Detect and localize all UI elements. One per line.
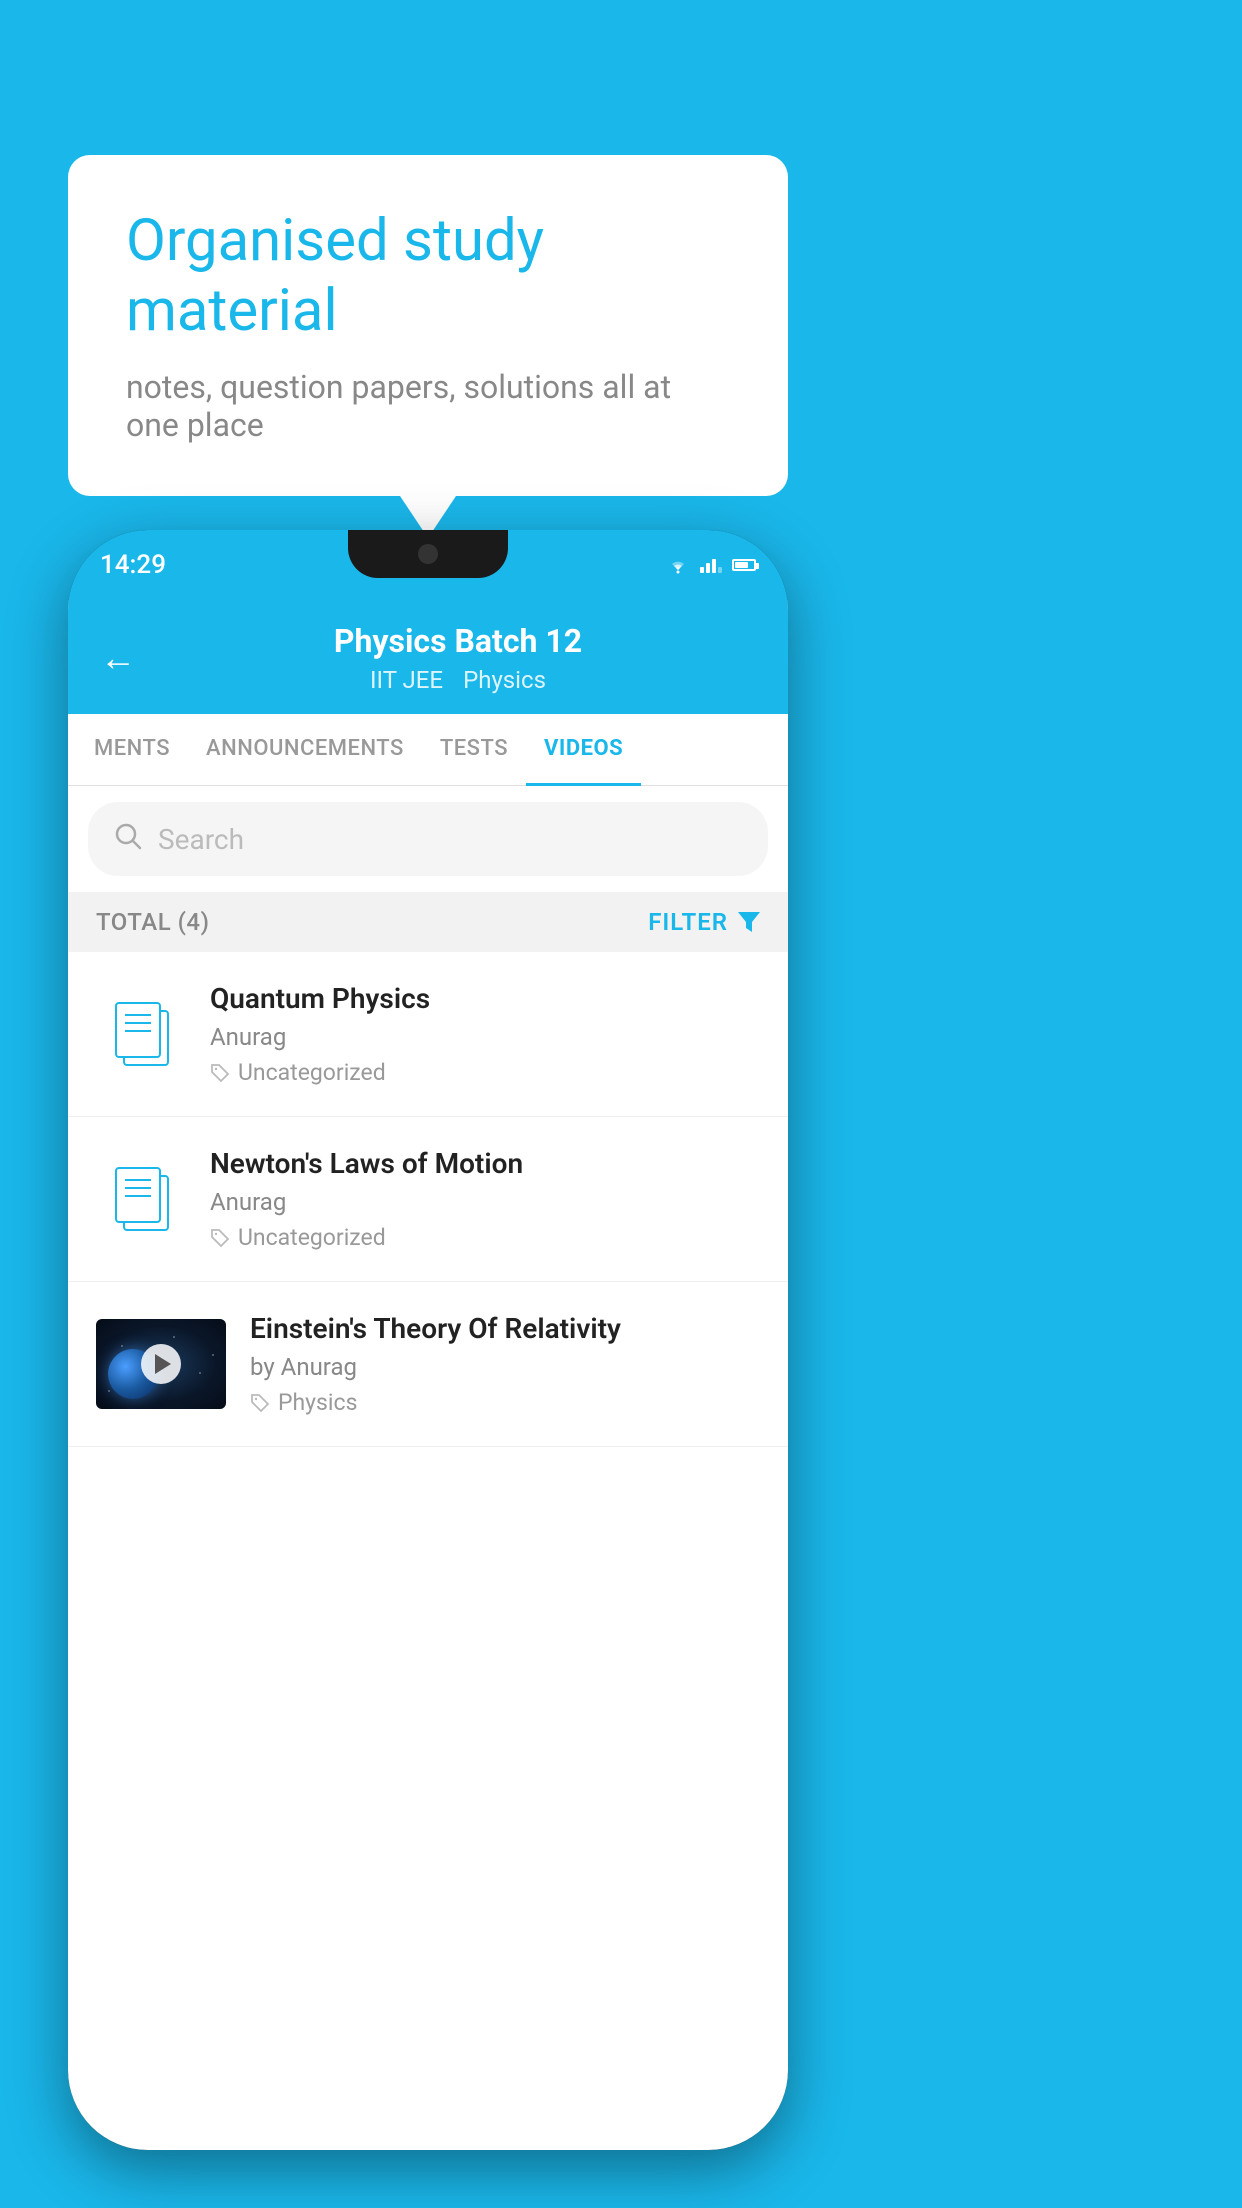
video-list: Quantum Physics Anurag Uncategorized <box>68 952 788 1447</box>
phone-frame: 14:29 <box>68 530 788 2150</box>
page2 <box>115 1167 161 1223</box>
breadcrumbs: IIT JEE Physics <box>160 666 756 694</box>
phone-notch <box>348 530 508 578</box>
header-title-block: Physics Batch 12 IIT JEE Physics <box>160 622 756 694</box>
play-button[interactable] <box>141 1344 181 1384</box>
tag-label: Physics <box>278 1389 357 1416</box>
list-item[interactable]: Quantum Physics Anurag Uncategorized <box>68 952 788 1117</box>
video-tags: Uncategorized <box>210 1224 760 1251</box>
speech-bubble: Organised study material notes, question… <box>68 155 788 496</box>
header-title: Physics Batch 12 <box>160 622 756 660</box>
tag-label: Uncategorized <box>238 1059 386 1086</box>
video-title: Newton's Laws of Motion <box>210 1147 760 1180</box>
bubble-subtitle: notes, question papers, solutions all at… <box>126 368 730 444</box>
wifi-icon <box>666 556 690 574</box>
search-icon <box>114 820 142 858</box>
document-icon <box>115 1002 167 1066</box>
tab-videos[interactable]: VIDEOS <box>526 714 641 786</box>
status-time: 14:29 <box>100 550 166 580</box>
thumb-space-bg <box>96 1319 226 1409</box>
document-icon <box>115 1167 167 1231</box>
video-info: Einstein's Theory Of Relativity by Anura… <box>250 1312 760 1416</box>
video-author: Anurag <box>210 1023 760 1051</box>
tab-announcements[interactable]: ANNOUNCEMENTS <box>188 714 422 786</box>
video-title: Quantum Physics <box>210 982 760 1015</box>
search-placeholder: Search <box>158 823 244 856</box>
video-thumbnail <box>96 1319 226 1409</box>
video-tags: Uncategorized <box>210 1059 760 1086</box>
video-title: Einstein's Theory Of Relativity <box>250 1312 760 1345</box>
filter-button[interactable]: FILTER <box>648 908 760 936</box>
breadcrumb-iitjee: IIT JEE <box>370 666 443 694</box>
speech-bubble-container: Organised study material notes, question… <box>68 155 788 496</box>
video-tags: Physics <box>250 1389 760 1416</box>
play-icon <box>155 1354 171 1374</box>
tag-icon <box>250 1393 270 1413</box>
status-icons <box>666 556 756 574</box>
filter-icon <box>738 912 760 932</box>
page2 <box>115 1002 161 1058</box>
signal-bars-icon <box>700 557 722 573</box>
app-content: ← Physics Batch 12 IIT JEE Physics MENTS… <box>68 600 788 2150</box>
status-bar: 14:29 <box>68 530 788 600</box>
tag-icon <box>210 1228 230 1248</box>
tag-label: Uncategorized <box>238 1224 386 1251</box>
bubble-title: Organised study material <box>126 207 730 346</box>
video-author-by: by Anurag <box>250 1353 760 1381</box>
video-author: Anurag <box>210 1188 760 1216</box>
list-item[interactable]: Newton's Laws of Motion Anurag Uncategor… <box>68 1117 788 1282</box>
tag-icon <box>210 1063 230 1083</box>
video-info: Newton's Laws of Motion Anurag Uncategor… <box>210 1147 760 1251</box>
file-icon-wrap <box>96 989 186 1079</box>
app-header: ← Physics Batch 12 IIT JEE Physics <box>68 600 788 714</box>
back-button[interactable]: ← <box>100 637 136 679</box>
list-item[interactable]: Einstein's Theory Of Relativity by Anura… <box>68 1282 788 1447</box>
search-bar[interactable]: Search <box>88 802 768 876</box>
camera-dot <box>418 544 438 564</box>
total-count: TOTAL (4) <box>96 908 209 936</box>
tab-ments[interactable]: MENTS <box>76 714 188 786</box>
file-icon-wrap <box>96 1154 186 1244</box>
video-info: Quantum Physics Anurag Uncategorized <box>210 982 760 1086</box>
breadcrumb-physics: Physics <box>463 666 546 694</box>
battery-icon <box>732 559 756 571</box>
tab-tests[interactable]: TESTS <box>422 714 526 786</box>
tab-bar: MENTS ANNOUNCEMENTS TESTS VIDEOS <box>68 714 788 786</box>
filter-bar: TOTAL (4) FILTER <box>68 892 788 952</box>
